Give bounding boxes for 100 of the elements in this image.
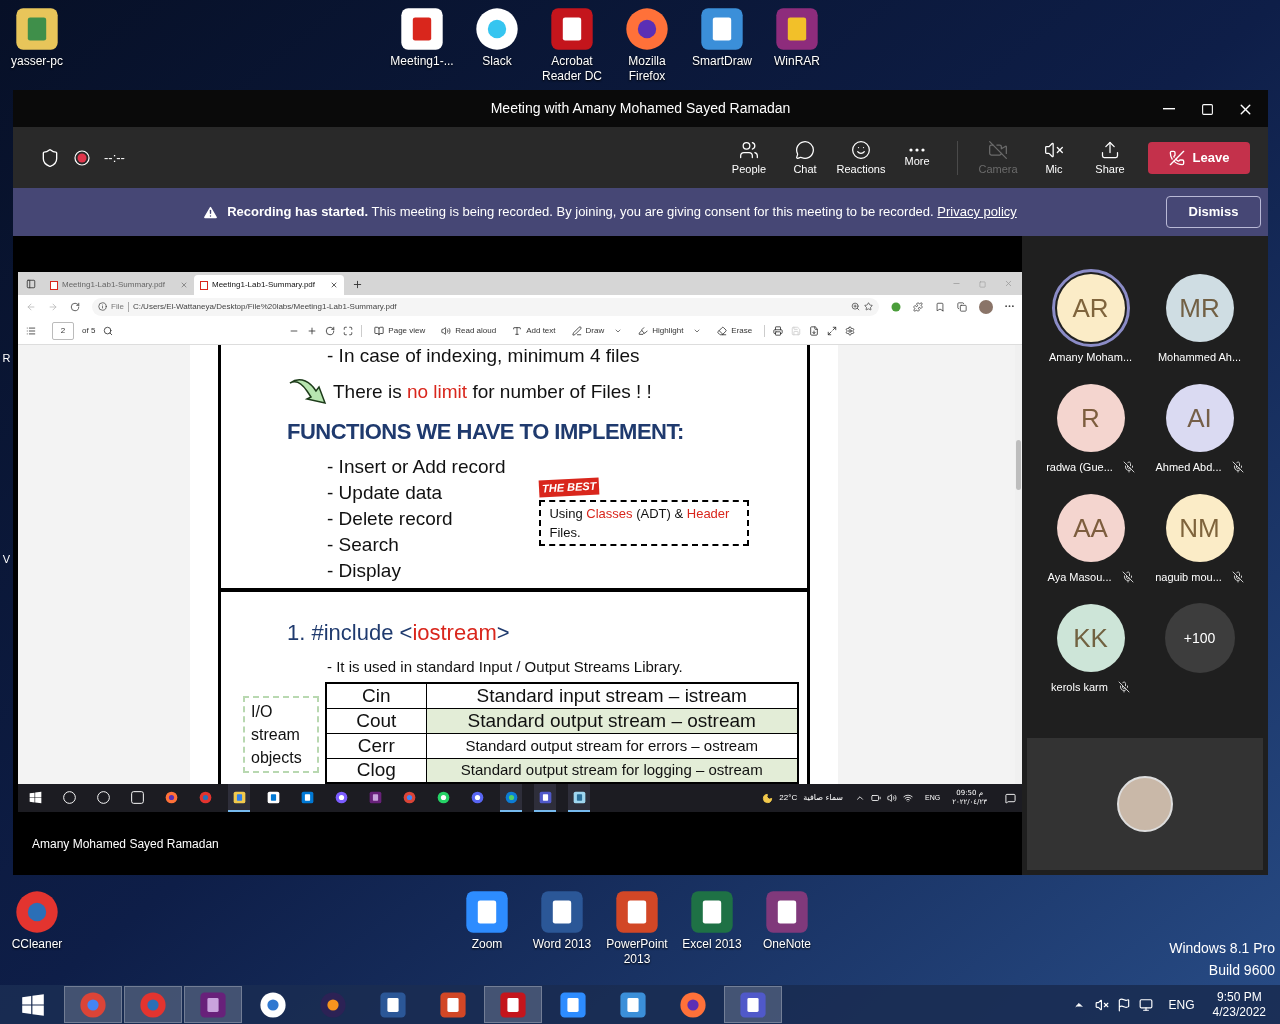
zoom-icon[interactable] bbox=[851, 302, 860, 311]
callout-text: Using Classes (ADT) & Header Files. bbox=[539, 499, 750, 546]
desktop-shortcut[interactable]: Zoom bbox=[450, 889, 524, 967]
url-text: C:/Users/El-Wattaneya/Desktop/File%20labs/Meeting1-Lab1-Summary.pdf bbox=[132, 300, 397, 313]
toolbar-button[interactable]: Reactions bbox=[833, 132, 889, 183]
avatar-initials: MR bbox=[1179, 291, 1220, 325]
participant-name: Ahmed Abd... bbox=[1155, 460, 1222, 475]
desktop-shortcut[interactable]: Meeting1-... bbox=[385, 6, 459, 84]
participant-tile[interactable]: AA Aya Masou... bbox=[1036, 489, 1145, 589]
search-icon bbox=[62, 790, 76, 804]
address-bar[interactable]: File C:/Users/El-Wattaneya/Desktop/File%20labs/Meeting1-Lab1-Summary.pdf bbox=[92, 297, 879, 316]
document-icon bbox=[439, 990, 467, 1019]
desktop-shortcut[interactable]: yasser-pc bbox=[0, 6, 74, 69]
desktop-shortcut[interactable]: Mozilla Firefox bbox=[610, 6, 684, 84]
fullscreen-icon[interactable] bbox=[827, 326, 838, 336]
notifications-icon[interactable] bbox=[1005, 792, 1016, 804]
table-cell: Cin bbox=[326, 683, 426, 708]
save-as-icon[interactable] bbox=[809, 326, 820, 336]
new-tab-icon[interactable] bbox=[352, 279, 363, 290]
search-icon[interactable] bbox=[103, 326, 114, 336]
favorites-icon[interactable] bbox=[935, 301, 945, 312]
print-icon[interactable] bbox=[773, 326, 784, 336]
document-icon bbox=[399, 6, 445, 52]
participant-tile[interactable]: KK kerols karm bbox=[1036, 599, 1145, 699]
extensions-icon[interactable] bbox=[913, 301, 923, 312]
chat-icon bbox=[795, 140, 815, 160]
clock-date: 4/23/2022 bbox=[1212, 1004, 1266, 1020]
slide-text: - In case of indexing, minimum 4 files bbox=[326, 345, 641, 367]
minimize-icon bbox=[1163, 108, 1175, 110]
more-icon bbox=[909, 148, 925, 152]
speaker-icon bbox=[441, 326, 452, 336]
browser-tab[interactable]: Meeting1-Lab1-Summary.pdf bbox=[194, 275, 344, 295]
page-number-field[interactable]: 2 bbox=[52, 322, 74, 340]
speaker-muted-icon[interactable] bbox=[1094, 997, 1109, 1012]
participant-tile[interactable]: AI Ahmed Abd... bbox=[1145, 379, 1254, 479]
document-icon bbox=[539, 889, 585, 935]
eraser-icon bbox=[717, 326, 728, 336]
dismiss-button[interactable]: Dismiss bbox=[1166, 196, 1261, 228]
sidebar-icon bbox=[26, 279, 36, 289]
pdf-tool-button[interactable]: Erase bbox=[713, 325, 757, 337]
windows-icon bbox=[28, 790, 42, 804]
language-indicator[interactable]: ENG bbox=[1168, 995, 1195, 1014]
privacy-policy-link[interactable]: Privacy policy bbox=[937, 204, 1017, 220]
refresh-icon[interactable] bbox=[70, 301, 80, 312]
toolbar-button[interactable]: People bbox=[721, 132, 777, 183]
toolbar-button[interactable]: Chat bbox=[777, 132, 833, 183]
chevron-icon[interactable] bbox=[855, 793, 866, 803]
more-icon[interactable] bbox=[1005, 305, 1014, 308]
toolbar-button[interactable]: Mic bbox=[1026, 132, 1082, 183]
pdf-tool-button[interactable]: Read aloud bbox=[437, 325, 501, 337]
desktop-shortcut[interactable]: CCleaner bbox=[0, 889, 74, 952]
contents-icon[interactable] bbox=[26, 326, 36, 336]
rotate-icon[interactable] bbox=[325, 326, 336, 336]
shield-icon bbox=[40, 147, 60, 168]
flag-icon[interactable] bbox=[1116, 997, 1131, 1012]
taskbar-app[interactable] bbox=[228, 784, 250, 812]
window-title: Meeting with Amany Mohamed Sayed Ramadan bbox=[490, 99, 791, 118]
desktop-shortcut[interactable]: PowerPoint 2013 bbox=[600, 889, 674, 967]
desktop-shortcut[interactable]: SmartDraw bbox=[685, 6, 759, 84]
more-participants-button[interactable]: +100 bbox=[1164, 603, 1235, 673]
pdf-tool-button[interactable]: Add text bbox=[508, 325, 560, 337]
participant-tile[interactable]: AR Amany Moham... bbox=[1036, 269, 1145, 369]
taskbar-app[interactable] bbox=[568, 784, 590, 812]
taskbar-app[interactable] bbox=[534, 784, 556, 812]
app-icon bbox=[368, 790, 382, 804]
text-icon bbox=[512, 326, 523, 336]
document-icon bbox=[200, 280, 208, 290]
desktop-shortcut[interactable]: Slack bbox=[460, 6, 534, 84]
app-icon bbox=[699, 6, 745, 52]
favorite-icon[interactable] bbox=[864, 302, 873, 311]
desktop-shortcut[interactable]: OneNote bbox=[750, 889, 824, 967]
close-tab-icon[interactable] bbox=[330, 281, 338, 289]
table-cell: Standard output stream for logging – ostream bbox=[426, 758, 798, 783]
desktop-shortcut[interactable]: Acrobat Reader DC bbox=[535, 6, 609, 84]
toolbar-button[interactable]: More bbox=[889, 132, 945, 183]
fit-page-icon[interactable] bbox=[343, 326, 354, 336]
pdf-tool-button[interactable]: Draw bbox=[567, 325, 627, 337]
speaker-icon[interactable] bbox=[887, 793, 898, 803]
app-icon bbox=[499, 990, 527, 1019]
settings-icon[interactable] bbox=[845, 326, 856, 336]
participant-tile[interactable]: NM naguib mou... bbox=[1145, 489, 1254, 589]
network-icon[interactable] bbox=[1138, 997, 1153, 1012]
pdf-tool-button[interactable]: Highlight bbox=[634, 325, 706, 337]
participant-tile[interactable]: MR Mohammed Ah... bbox=[1145, 269, 1254, 369]
leave-button[interactable]: Leave bbox=[1148, 141, 1250, 174]
desktop-shortcut[interactable]: WinRAR bbox=[760, 6, 834, 84]
desktop-shortcut[interactable]: Word 2013 bbox=[525, 889, 599, 967]
os-version-text: Windows 8.1 Pro bbox=[1169, 939, 1275, 957]
zoom-in-icon[interactable] bbox=[307, 326, 318, 336]
taskbar-app[interactable] bbox=[500, 784, 522, 812]
slide-list-item: - Display bbox=[327, 559, 402, 582]
participant-tile[interactable]: R radwa (Gue... bbox=[1036, 379, 1145, 479]
scrollbar-thumb[interactable] bbox=[1016, 440, 1021, 490]
avatar-icon[interactable] bbox=[979, 299, 993, 314]
app-icon bbox=[14, 889, 60, 935]
document-icon bbox=[379, 990, 407, 1019]
pdf-tool-button[interactable]: Page view bbox=[370, 325, 430, 337]
desktop-shortcut[interactable]: Excel 2013 bbox=[675, 889, 749, 967]
collections-icon[interactable] bbox=[957, 301, 967, 312]
toolbar-button[interactable]: Share bbox=[1082, 132, 1138, 183]
